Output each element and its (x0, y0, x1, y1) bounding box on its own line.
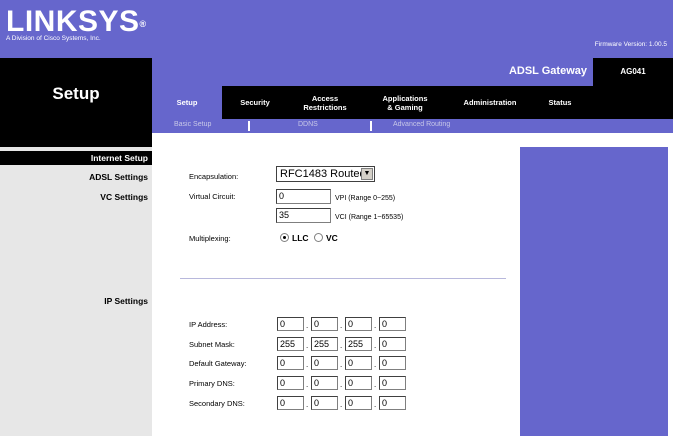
chevron-down-icon[interactable]: ▼ (361, 168, 373, 180)
help-panel (520, 147, 673, 436)
subtab-separator (248, 121, 250, 131)
subtab-ddns[interactable]: DDNS (298, 121, 318, 128)
encapsulation-value: RFC1483 Routed (280, 168, 366, 180)
octet-dot: . (306, 341, 309, 350)
octet-dot: . (340, 380, 343, 389)
mux-vc-label: VC (326, 233, 338, 243)
ip-address-octet[interactable]: 0 (277, 317, 304, 331)
octet-dot: . (374, 360, 377, 369)
main-tabs: Setup Security Access Restrictions Appli… (152, 86, 673, 119)
vci-input[interactable]: 35 (276, 208, 331, 223)
octet-dot: . (340, 400, 343, 409)
header-banner: LINKSYS® A Division of Cisco Systems, In… (0, 0, 673, 58)
octet-dot: . (374, 400, 377, 409)
tab-status[interactable]: Status (532, 86, 588, 119)
mux-llc-radio[interactable] (280, 233, 289, 242)
primary-dns-octet[interactable]: 0 (311, 376, 338, 390)
tab-setup[interactable]: Setup (152, 86, 222, 119)
secondary-dns-octet[interactable]: 0 (277, 396, 304, 410)
settings-content (152, 147, 520, 436)
tab-security[interactable]: Security (222, 86, 288, 119)
model-number: AG041 (593, 58, 673, 86)
vci-range-hint: VCI (Range 1~65535) (335, 214, 404, 221)
octet-dot: . (374, 321, 377, 330)
subnet-mask-label: Subnet Mask: (189, 340, 235, 349)
ip-address-octet[interactable]: 0 (311, 317, 338, 331)
subnet-mask-octet[interactable]: 255 (277, 337, 304, 351)
secondary-dns-octet[interactable]: 0 (379, 396, 406, 410)
ip-address-octet[interactable]: 0 (345, 317, 372, 331)
mux-llc-label: LLC (292, 233, 309, 243)
octet-dot: . (306, 360, 309, 369)
mux-vc-radio[interactable] (314, 233, 323, 242)
tab-access-restrictions[interactable]: Access Restrictions (288, 86, 362, 119)
ip-address-octet[interactable]: 0 (379, 317, 406, 331)
right-edge (668, 147, 673, 436)
tab-administration[interactable]: Administration (448, 86, 532, 119)
ip-address-label: IP Address: (189, 320, 228, 329)
primary-dns-octet[interactable]: 0 (277, 376, 304, 390)
sub-tabs: Basic Setup DDNS Advanced Routing (152, 119, 673, 133)
primary-dns-label: Primary DNS: (189, 379, 235, 388)
tab-applications-gaming[interactable]: Applications & Gaming (362, 86, 448, 119)
octet-dot: . (374, 380, 377, 389)
encapsulation-select[interactable]: RFC1483 Routed ▼ (276, 166, 375, 182)
subnet-mask-octet[interactable]: 255 (345, 337, 372, 351)
subnet-mask-octet[interactable]: 0 (379, 337, 406, 351)
octet-dot: . (340, 341, 343, 350)
primary-dns-octet[interactable]: 0 (345, 376, 372, 390)
section-sidebar (0, 147, 152, 436)
section-internet-setup: Internet Setup (0, 151, 152, 165)
section-vc-settings: VC Settings (100, 192, 148, 202)
primary-dns-octet[interactable]: 0 (379, 376, 406, 390)
virtual-circuit-label: Virtual Circuit: (189, 192, 236, 201)
vpi-range-hint: VPI (Range 0~255) (335, 195, 396, 202)
gateway-octet[interactable]: 0 (277, 356, 304, 370)
octet-dot: . (306, 380, 309, 389)
gateway-octet[interactable]: 0 (345, 356, 372, 370)
product-name: ADSL Gateway (508, 65, 587, 77)
subtab-separator (370, 121, 372, 131)
logo-subtitle: A Division of Cisco Systems, Inc. (6, 35, 101, 42)
secondary-dns-label: Secondary DNS: (189, 399, 245, 408)
gateway-octet[interactable]: 0 (311, 356, 338, 370)
section-adsl-settings: ADSL Settings (89, 172, 148, 182)
default-gateway-label: Default Gateway: (189, 359, 247, 368)
page-title: Setup (52, 84, 100, 103)
octet-dot: . (340, 360, 343, 369)
gateway-octet[interactable]: 0 (379, 356, 406, 370)
secondary-dns-octet[interactable]: 0 (345, 396, 372, 410)
product-row: ADSL Gateway AG041 (152, 58, 673, 86)
octet-dot: . (306, 400, 309, 409)
vpi-input[interactable]: 0 (276, 189, 331, 204)
firmware-version: Firmware Version: 1.00.5 (594, 41, 667, 48)
subtab-basic-setup[interactable]: Basic Setup (174, 121, 211, 128)
section-divider (180, 278, 506, 279)
subtab-advanced-routing[interactable]: Advanced Routing (393, 121, 450, 128)
linksys-logo: LINKSYS® (6, 5, 147, 38)
octet-dot: . (340, 321, 343, 330)
subnet-mask-octet[interactable]: 255 (311, 337, 338, 351)
section-ip-settings: IP Settings (104, 296, 148, 306)
octet-dot: . (374, 341, 377, 350)
encapsulation-label: Encapsulation: (189, 172, 239, 181)
secondary-dns-octet[interactable]: 0 (311, 396, 338, 410)
multiplexing-label: Multiplexing: (189, 234, 231, 243)
octet-dot: . (306, 321, 309, 330)
tab-spacer (152, 133, 673, 147)
